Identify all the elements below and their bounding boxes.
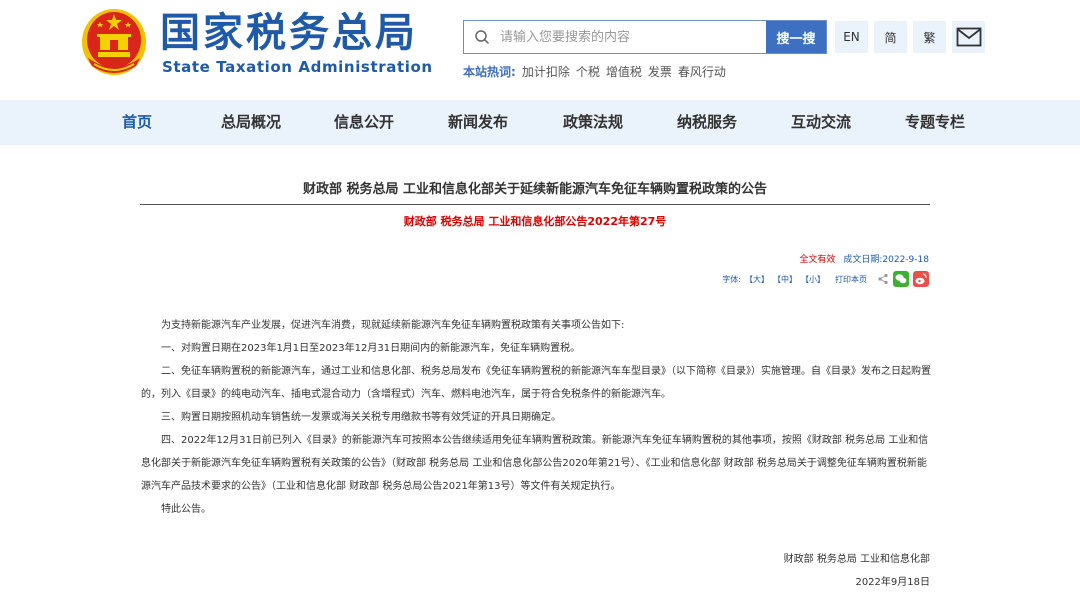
document-number: 财政部 税务总局 工业和信息化部公告2022年第27号 bbox=[403, 215, 667, 228]
hot-word-link[interactable]: 加计扣除 bbox=[522, 65, 570, 79]
nav-item-news[interactable]: 新闻发布 bbox=[448, 100, 508, 145]
mail-button[interactable] bbox=[952, 21, 985, 53]
site-header: 国家税务总局 State Taxation Administration 搜一搜… bbox=[0, 0, 1080, 100]
hot-words-bar: 本站热词: 加计扣除 个税 增值税 发票 春风行动 bbox=[463, 63, 726, 80]
article-paragraph: 三、购置日期按照机动车销售统一发票或海关关税专用缴款书等有效凭证的开具日期确定。 bbox=[161, 412, 561, 423]
search-box: 搜一搜 bbox=[463, 20, 827, 54]
article-paragraph: 四、2022年12月31日前已列入《目录》的新能源汽车可按照本公告继续适用免征车… bbox=[141, 435, 929, 492]
article-paragraph: 为支持新能源汽车产业发展，促进汽车消费，现就延续新能源汽车免征车辆购置税政策有关… bbox=[161, 320, 625, 331]
search-button[interactable]: 搜一搜 bbox=[766, 21, 826, 53]
article-paragraph: 一、对购置日期在2023年1月1日至2023年12月31日期间内的新能源汽车，免… bbox=[161, 343, 581, 354]
nav-item-tax-service[interactable]: 纳税服务 bbox=[677, 100, 737, 145]
nav-item-interaction[interactable]: 互动交流 bbox=[791, 100, 851, 145]
font-small-button[interactable]: 【小】 bbox=[801, 274, 825, 285]
article-paragraph: 特此公告。 bbox=[161, 504, 211, 515]
site-logo-subtitle[interactable]: State Taxation Administration bbox=[162, 58, 433, 76]
lang-traditional-button[interactable]: 繁 bbox=[913, 21, 946, 53]
lang-simplified-button[interactable]: 简 bbox=[874, 21, 907, 53]
hot-word-link[interactable]: 个税 bbox=[576, 65, 600, 79]
lang-en-button[interactable]: EN bbox=[835, 21, 868, 53]
document-date: 成文日期:2022-9-18 bbox=[843, 255, 929, 265]
nav-item-topics[interactable]: 专题专栏 bbox=[905, 100, 965, 145]
article-title: 财政部 税务总局 工业和信息化部关于延续新能源汽车免征车辆购置税政策的公告 bbox=[302, 182, 768, 197]
validity-status: 全文有效 bbox=[799, 255, 836, 265]
wechat-share-icon[interactable] bbox=[893, 271, 909, 287]
national-emblem-icon[interactable] bbox=[80, 6, 148, 76]
search-icon bbox=[475, 30, 490, 45]
hot-word-link[interactable]: 增值税 bbox=[606, 65, 642, 79]
article-meta: 全文有效 成文日期:2022-9-18 bbox=[799, 252, 929, 265]
hot-word-link[interactable]: 发票 bbox=[648, 65, 672, 79]
nav-item-overview[interactable]: 总局概况 bbox=[221, 100, 281, 145]
hot-word-link[interactable]: 春风行动 bbox=[678, 65, 726, 79]
site-logo-title[interactable]: 国家税务总局 bbox=[160, 8, 418, 58]
font-size-label: 字体: bbox=[722, 274, 741, 284]
font-medium-button[interactable]: 【中】 bbox=[773, 274, 797, 285]
hot-words-label: 本站热词: bbox=[463, 65, 516, 79]
mail-icon bbox=[956, 27, 981, 47]
article-paragraph: 二、免征车辆购置税的新能源汽车，通过工业和信息化部、税务总局发布《免征车辆购置税… bbox=[141, 366, 931, 400]
nav-item-disclosure[interactable]: 信息公开 bbox=[334, 100, 394, 145]
search-input[interactable] bbox=[500, 21, 762, 53]
article-body: 为支持新能源汽车产业发展，促进汽车消费，现就延续新能源汽车免征车辆购置税政策有关… bbox=[141, 314, 931, 521]
nav-item-policy[interactable]: 政策法规 bbox=[563, 100, 623, 145]
title-divider bbox=[140, 204, 930, 205]
signing-agencies: 财政部 税务总局 工业和信息化部 bbox=[783, 554, 930, 565]
article-tools: 字体: 【大】 【中】 【小】 打印本页 bbox=[718, 271, 929, 287]
signing-date: 2022年9月18日 bbox=[855, 577, 930, 588]
share-icon[interactable] bbox=[877, 273, 889, 285]
nav-item-home[interactable]: 首页 bbox=[122, 100, 152, 145]
weibo-share-icon[interactable] bbox=[913, 271, 929, 287]
main-nav: 首页 总局概况 信息公开 新闻发布 政策法规 纳税服务 互动交流 专题专栏 bbox=[0, 100, 1080, 145]
font-large-button[interactable]: 【大】 bbox=[745, 274, 769, 285]
print-button[interactable]: 打印本页 bbox=[835, 274, 867, 285]
